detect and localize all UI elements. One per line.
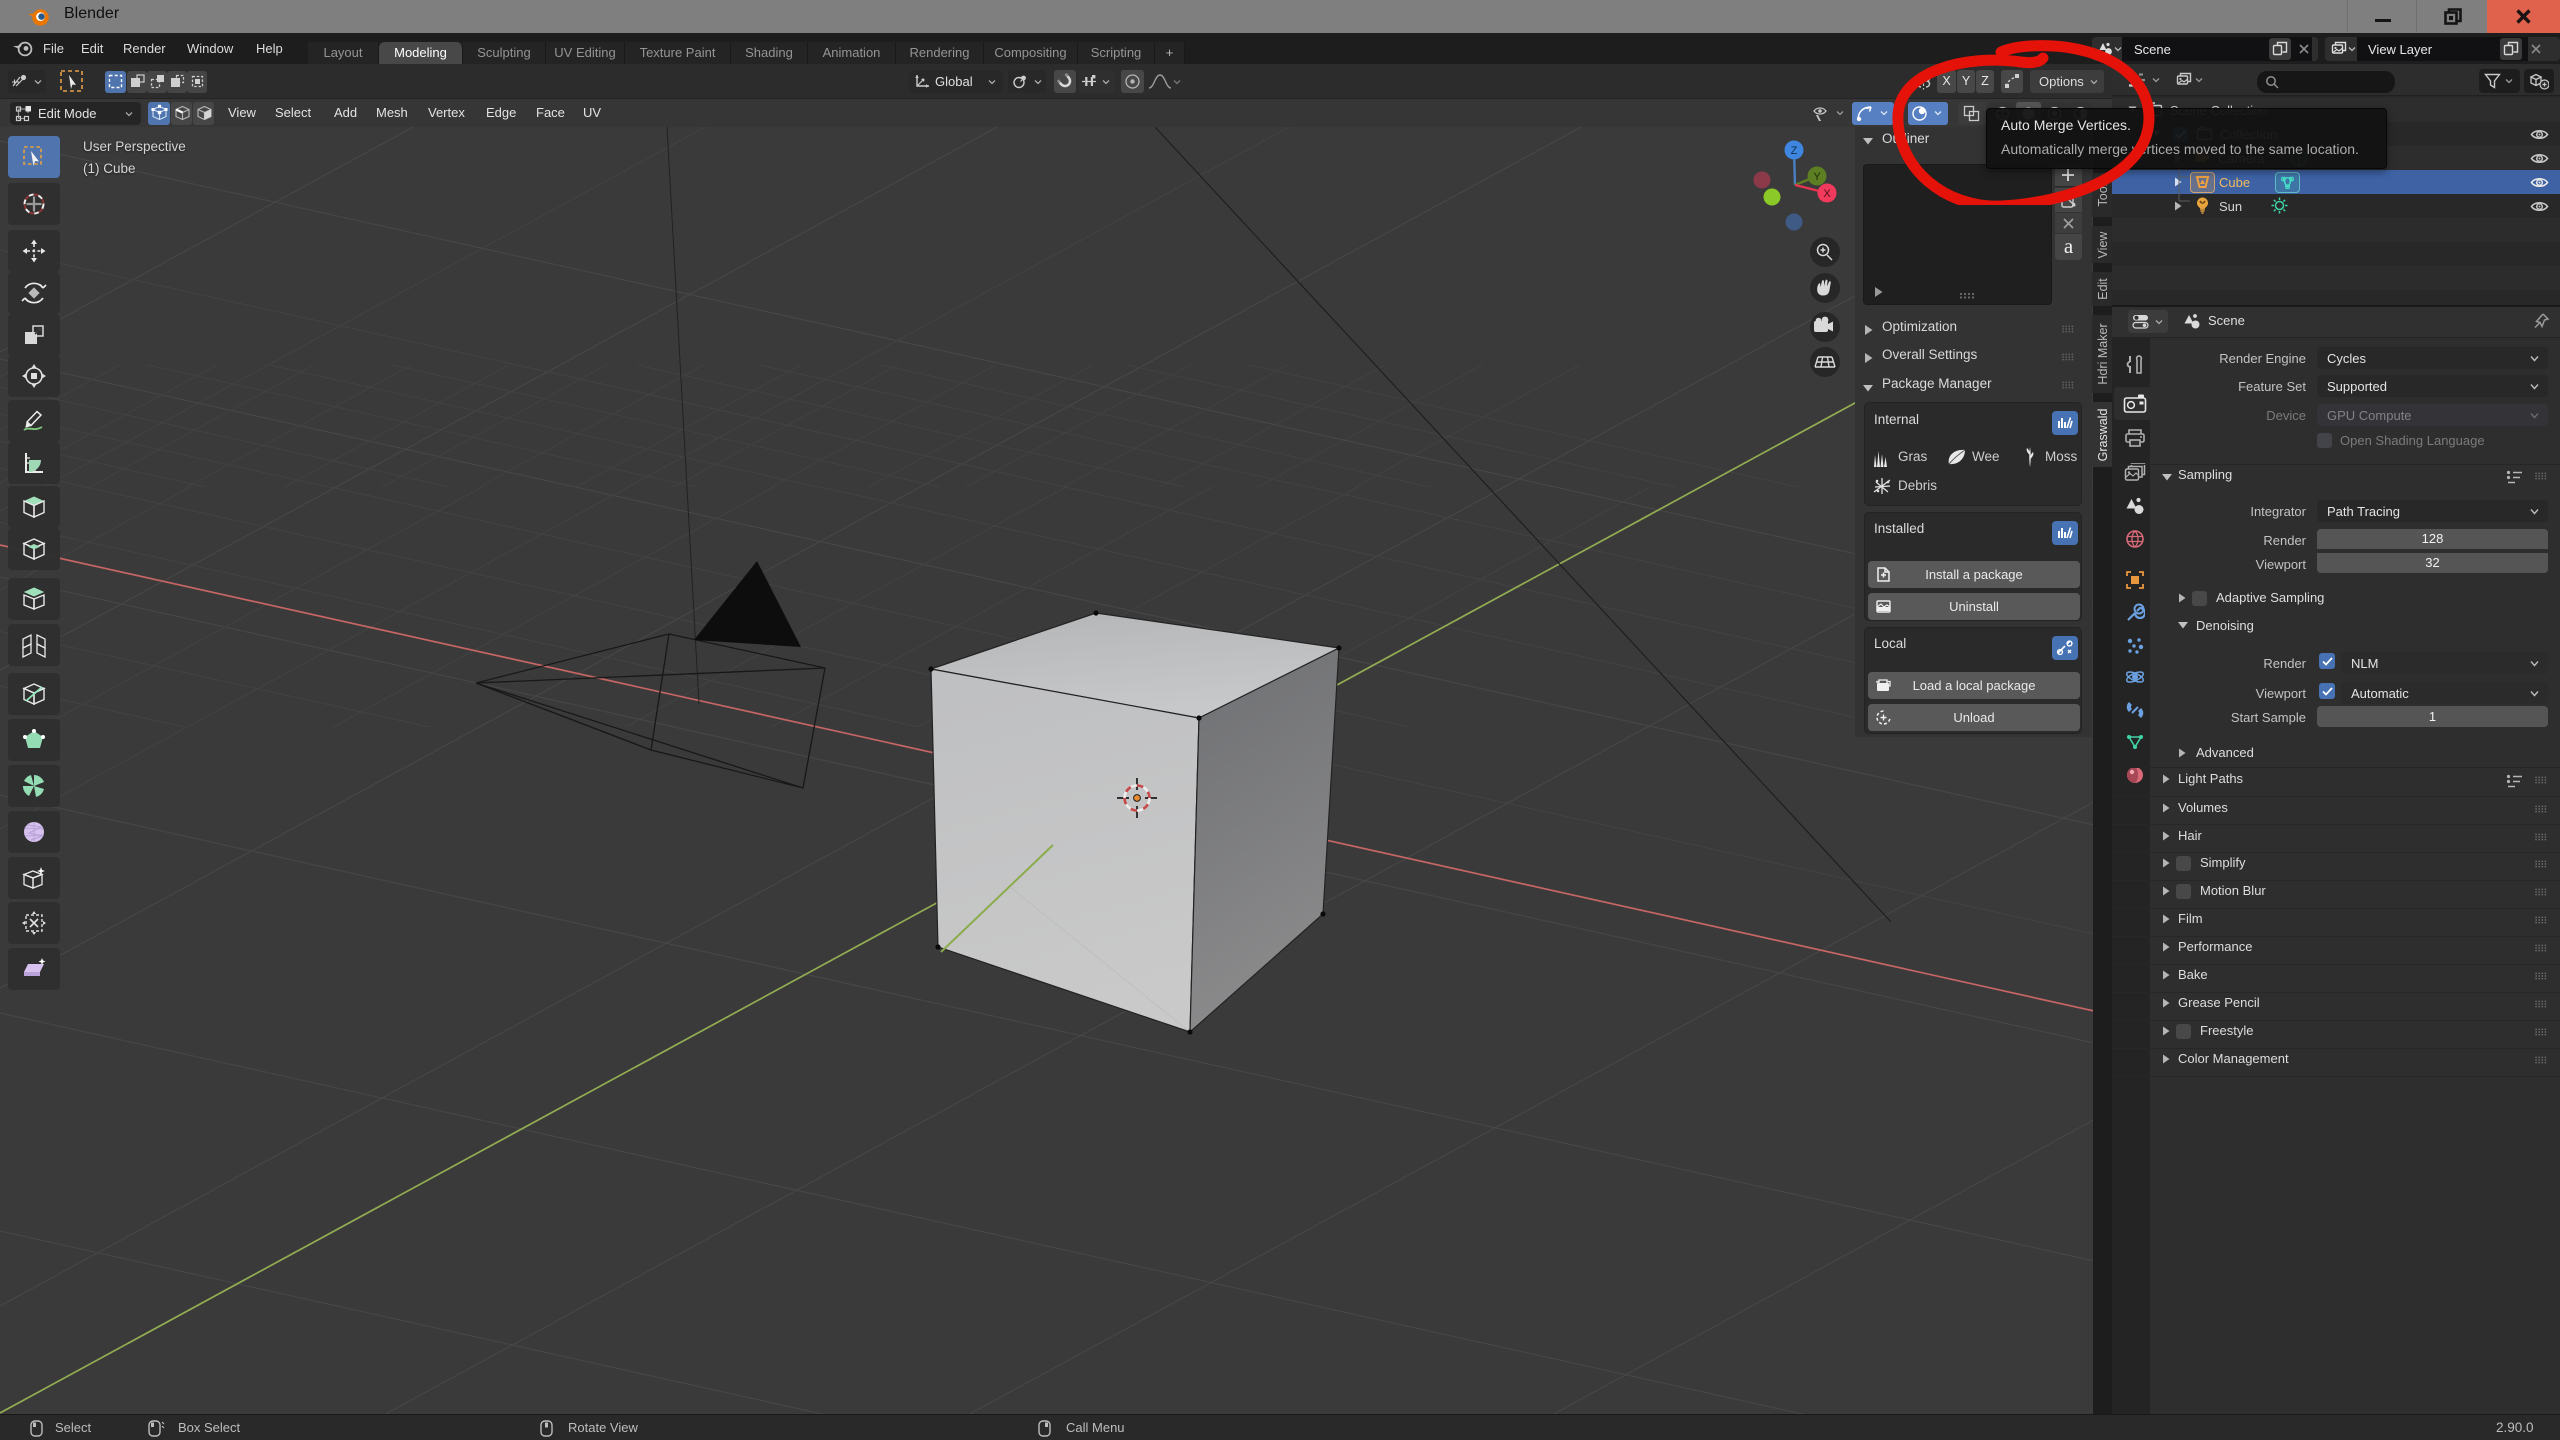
svg-text:X: X: [1823, 188, 1831, 200]
svg-text:Y: Y: [1813, 171, 1821, 183]
svg-text:Z: Z: [1791, 145, 1798, 157]
